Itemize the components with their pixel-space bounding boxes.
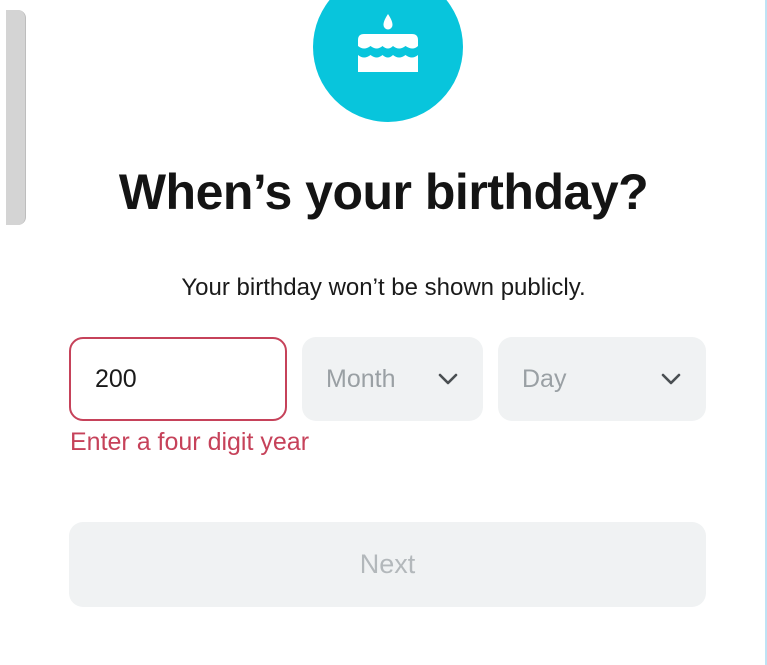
next-button[interactable]: Next [69, 522, 706, 607]
month-select[interactable]: Month [302, 337, 483, 421]
chevron-down-icon [661, 373, 681, 385]
month-select-value: Month [326, 364, 396, 393]
chevron-down-icon [438, 373, 458, 385]
year-input[interactable] [95, 364, 245, 394]
year-error-message: Enter a four digit year [70, 428, 310, 456]
birthday-page: When’s your birthday? Your birthday won’… [0, 0, 767, 665]
year-field[interactable] [69, 337, 287, 421]
day-select-value: Day [522, 364, 567, 393]
day-select[interactable]: Day [498, 337, 706, 421]
page-subtitle: Your birthday won’t be shown publicly. [181, 274, 586, 301]
hero-badge [313, 0, 463, 122]
birthday-cake-icon [358, 14, 418, 72]
page-title: When’s your birthday? [118, 164, 649, 220]
